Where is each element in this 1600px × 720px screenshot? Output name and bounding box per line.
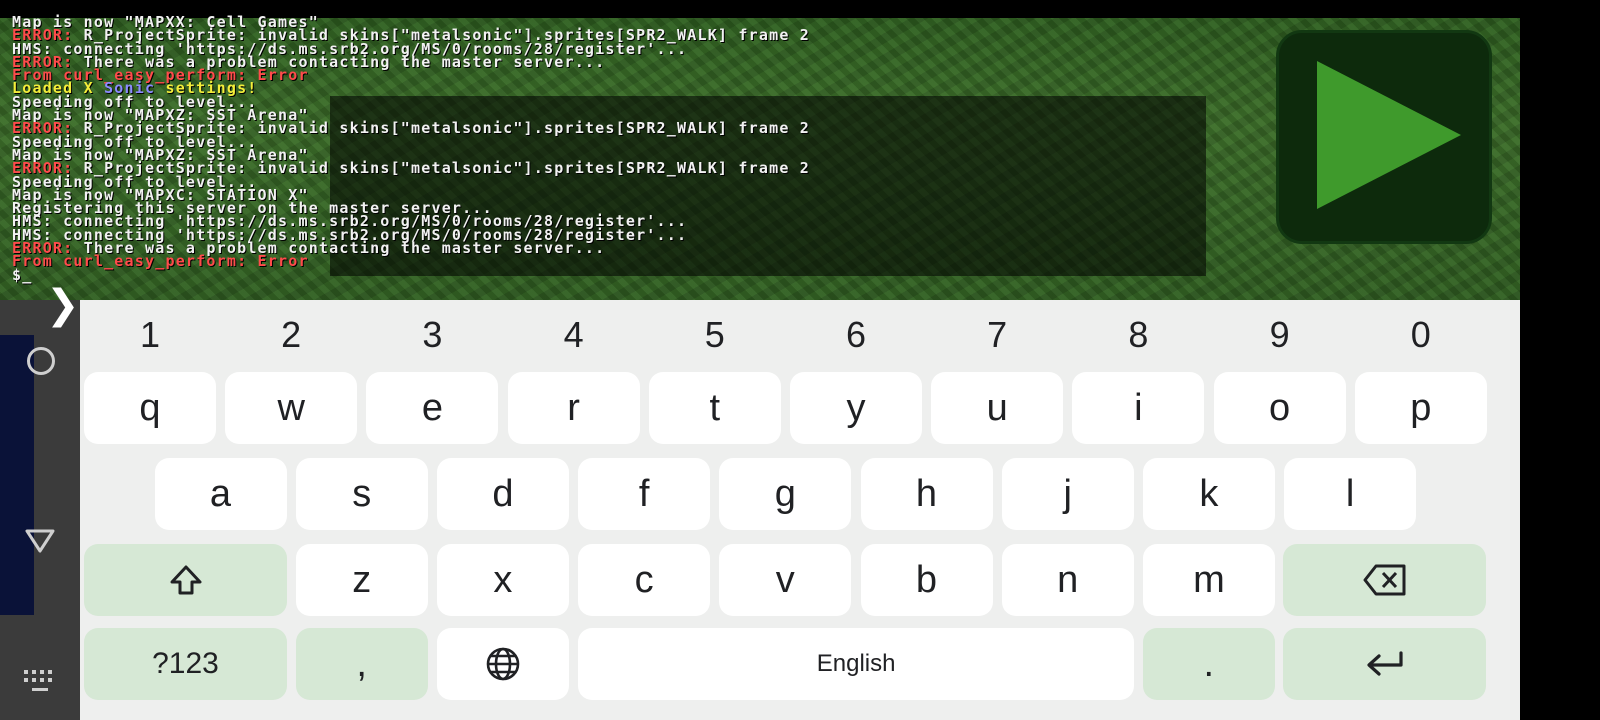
key-t-label: t (709, 386, 721, 429)
key-h-label: h (915, 472, 938, 515)
key-e[interactable]: e (366, 372, 499, 444)
key-j-label: j (1063, 472, 1072, 515)
backspace-icon (1363, 564, 1405, 596)
play-triangle-icon (1317, 61, 1461, 209)
key-z[interactable]: z (295, 544, 428, 616)
space-key[interactable]: English (578, 628, 1135, 700)
backspace-key[interactable] (1283, 544, 1486, 616)
key-b-label: b (915, 558, 938, 601)
number-hint-0: 0 (1410, 314, 1431, 355)
key-w-label: w (277, 386, 305, 429)
key-b[interactable]: b (860, 544, 993, 616)
game-scenery-panel (0, 335, 34, 615)
key-k-label: k (1199, 472, 1219, 515)
key-p[interactable]: p (1354, 372, 1487, 444)
key-m[interactable]: m (1142, 544, 1275, 616)
key-v[interactable]: v (719, 544, 852, 616)
key-k[interactable]: k (1142, 458, 1275, 530)
enter-icon (1366, 651, 1403, 676)
shift-key[interactable] (84, 544, 287, 616)
nav-back-triangle-icon[interactable] (24, 528, 56, 554)
key-l-label: l (1345, 472, 1355, 515)
key-c[interactable]: c (578, 544, 711, 616)
key-d-label: d (492, 472, 514, 515)
key-n[interactable]: n (1001, 544, 1134, 616)
key-l[interactable]: l (1284, 458, 1417, 530)
shift-icon (170, 565, 201, 595)
number-hint-8: 8 (1128, 314, 1149, 355)
console-log: Map is now "MAPXX: Cell Games" ERROR: R_P… (12, 15, 1192, 284)
number-hint-3: 3 (422, 314, 443, 355)
key-i[interactable]: i (1072, 372, 1205, 444)
number-hint-7: 7 (987, 314, 1008, 355)
number-hint-4: 4 (563, 314, 584, 355)
number-hint-6: 6 (845, 314, 867, 355)
number-hint-1: 1 (139, 314, 161, 355)
on-screen-keyboard: 1 2 3 4 5 6 7 8 9 0 q w e r t y u i o p a s d f g h j k l z x c v b n m ?12… (80, 300, 1520, 720)
comma-key[interactable]: , (295, 628, 428, 700)
key-x[interactable]: x (436, 544, 569, 616)
number-hint-9: 9 (1269, 314, 1290, 355)
number-hint-row: 1 2 3 4 5 6 7 8 9 0 (80, 314, 1520, 366)
console-line: $_ (12, 265, 1192, 284)
key-p-label: p (1410, 386, 1432, 429)
key-g-label: g (774, 472, 796, 515)
console-error-text: From curl_easy_perform: Error (12, 252, 309, 271)
key-u-label: u (986, 386, 1008, 429)
console-text: $_ (12, 265, 33, 284)
play-button[interactable] (1276, 30, 1492, 244)
key-t[interactable]: t (648, 372, 781, 444)
key-j[interactable]: j (1001, 458, 1134, 530)
language-key[interactable] (436, 628, 569, 700)
key-e-label: e (421, 386, 443, 429)
key-g[interactable]: g (719, 458, 852, 530)
symbols-key-label: ?123 (152, 647, 219, 680)
period-key[interactable]: . (1142, 628, 1275, 700)
key-c-label: c (634, 558, 654, 601)
key-f[interactable]: f (578, 458, 711, 530)
key-v-label: v (775, 558, 795, 601)
key-i-label: i (1134, 386, 1143, 429)
globe-icon (486, 647, 520, 681)
nav-home-circle-icon[interactable] (27, 347, 55, 375)
key-q[interactable]: q (84, 372, 216, 444)
number-hint-5: 5 (704, 314, 725, 355)
period-key-label: . (1203, 642, 1215, 685)
key-h[interactable]: h (860, 458, 993, 530)
key-x-label: x (493, 558, 513, 601)
key-d[interactable]: d (436, 458, 569, 530)
key-s[interactable]: s (295, 458, 428, 530)
enter-key[interactable] (1283, 628, 1486, 700)
key-r-label: r (567, 386, 580, 429)
key-a[interactable]: a (154, 458, 287, 530)
key-z-label: z (352, 558, 372, 601)
comma-key-label: , (356, 642, 367, 685)
right-edge-bar (1520, 0, 1600, 720)
keyboard-switch-icon[interactable] (22, 668, 58, 694)
key-m-label: m (1193, 558, 1225, 601)
key-y-label: y (846, 386, 866, 429)
key-y[interactable]: y (790, 372, 922, 444)
symbols-key[interactable]: ?123 (84, 628, 287, 700)
number-hint-2: 2 (281, 314, 302, 355)
key-n-label: n (1057, 558, 1079, 601)
key-q-label: q (139, 386, 161, 429)
console-line: From curl_easy_perform: Error (12, 252, 1192, 271)
key-w[interactable]: w (225, 372, 358, 444)
key-o-label: o (1269, 386, 1291, 429)
key-r[interactable]: r (507, 372, 640, 444)
space-key-label: English (816, 650, 896, 677)
key-u[interactable]: u (931, 372, 1064, 444)
key-o[interactable]: o (1213, 372, 1346, 444)
chevron-right-icon[interactable]: ❯ (46, 284, 80, 326)
key-f-label: f (638, 472, 650, 515)
key-a-label: a (209, 472, 232, 515)
key-s-label: s (352, 472, 372, 515)
